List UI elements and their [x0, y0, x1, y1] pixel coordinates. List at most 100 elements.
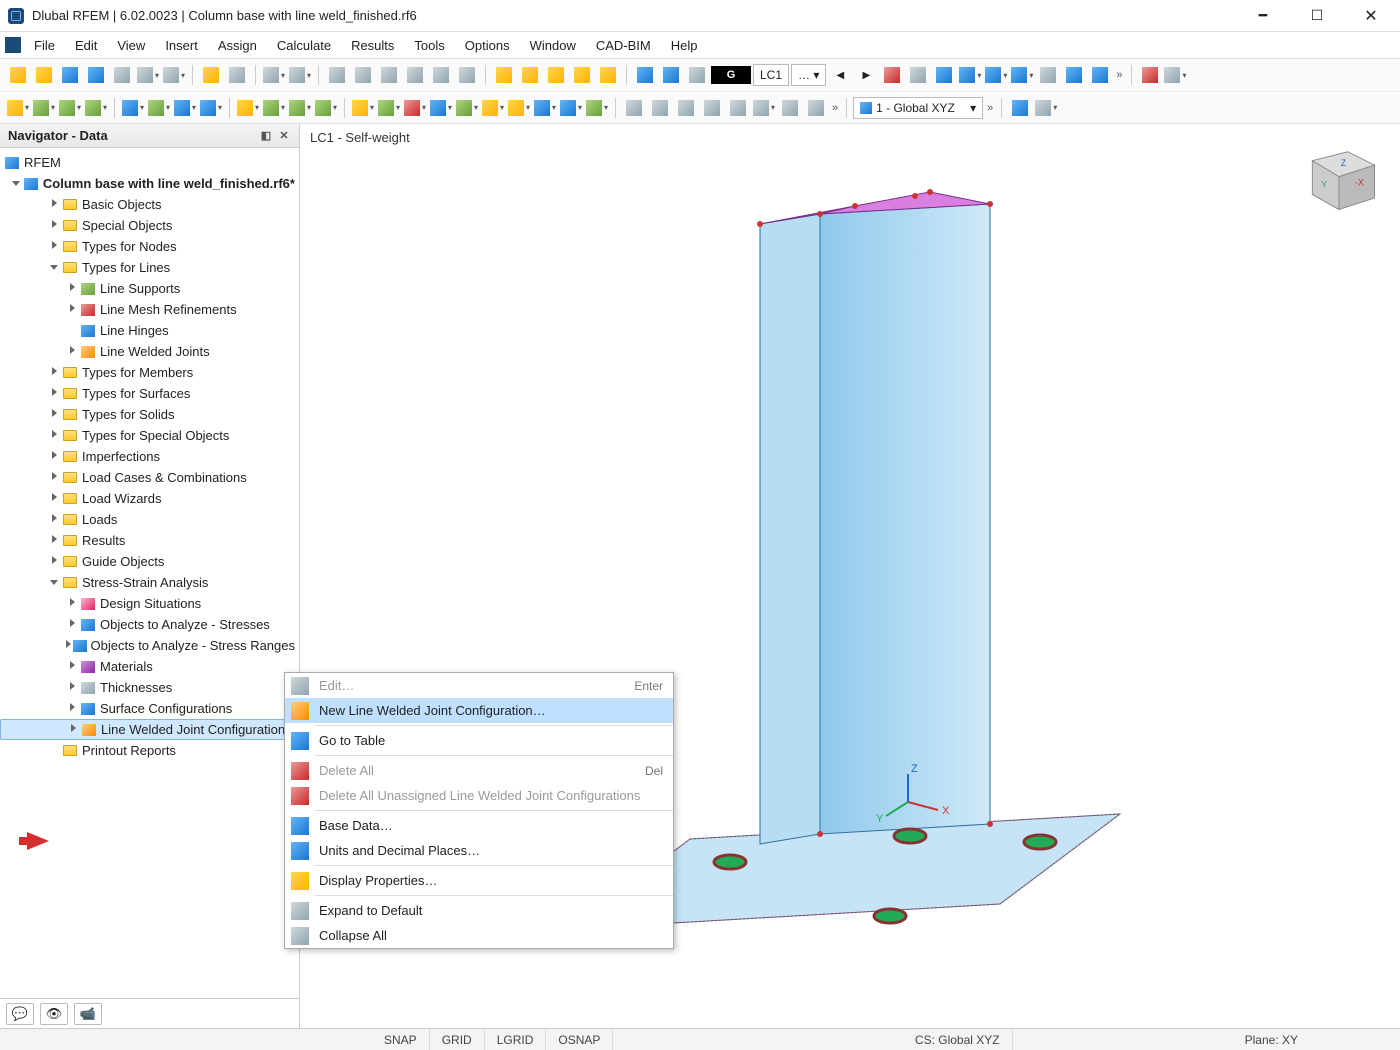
- tree-item-types-for-lines[interactable]: Types for Lines: [0, 257, 299, 278]
- tree-item-printout-reports[interactable]: Printout Reports: [0, 740, 299, 761]
- tb2-e-1[interactable]: [648, 96, 672, 120]
- tb1-view-0[interactable]: [325, 63, 349, 87]
- status-osnap[interactable]: OSNAP: [546, 1029, 613, 1050]
- ctx-units-and-decimal-places-[interactable]: Units and Decimal Places…: [285, 838, 673, 863]
- tb1-view-4[interactable]: [429, 63, 453, 87]
- tb2-c-3[interactable]: [314, 96, 338, 120]
- tb1-btn-0[interactable]: [6, 63, 30, 87]
- tb1-btn-6[interactable]: [162, 63, 186, 87]
- tb1-btn-3[interactable]: [84, 63, 108, 87]
- footer-eye-icon[interactable]: 👁: [40, 1003, 68, 1025]
- tb2-a-1[interactable]: [32, 96, 56, 120]
- expand-toggle[interactable]: [64, 640, 73, 651]
- tb1-print-1[interactable]: [225, 63, 249, 87]
- tb1-end-1[interactable]: [1164, 63, 1188, 87]
- menu-assign[interactable]: Assign: [208, 32, 267, 58]
- expand-toggle[interactable]: [64, 346, 80, 357]
- loadcase-more-combo[interactable]: … ▾: [791, 64, 826, 86]
- menu-calculate[interactable]: Calculate: [267, 32, 341, 58]
- tree-item-types-for-members[interactable]: Types for Members: [0, 362, 299, 383]
- ctx-go-to-table[interactable]: Go to Table: [285, 728, 673, 753]
- tb2-e-7[interactable]: [804, 96, 828, 120]
- tb1-view-1[interactable]: [351, 63, 375, 87]
- tb1-view-2[interactable]: [377, 63, 401, 87]
- menu-file[interactable]: File: [24, 32, 65, 58]
- tree-item-line-supports[interactable]: Line Supports: [0, 278, 299, 299]
- tb1-res-3[interactable]: [958, 63, 982, 87]
- tb2-d-2[interactable]: [403, 96, 427, 120]
- tb1-res-6[interactable]: [1036, 63, 1060, 87]
- redo-button[interactable]: [288, 63, 312, 87]
- loadset-indicator[interactable]: G: [711, 66, 751, 84]
- tb1-res-4[interactable]: [984, 63, 1008, 87]
- tree-item-surface-configurations[interactable]: Surface Configurations: [0, 698, 299, 719]
- tree-item-objects-to-analyze-stress-ranges[interactable]: Objects to Analyze - Stress Ranges: [0, 635, 299, 656]
- expand-toggle[interactable]: [64, 619, 80, 630]
- loadcase-combo[interactable]: LC1: [753, 64, 789, 86]
- tb1-btn-5[interactable]: [136, 63, 160, 87]
- tb1-res-2[interactable]: [932, 63, 956, 87]
- expand-toggle[interactable]: [46, 556, 62, 567]
- expand-toggle[interactable]: [65, 724, 81, 735]
- tb1-x-2[interactable]: [685, 63, 709, 87]
- tb2-b-0[interactable]: [121, 96, 145, 120]
- tb1-res-7[interactable]: [1062, 63, 1086, 87]
- tree-model[interactable]: Column base with line weld_finished.rf6*: [0, 173, 299, 194]
- menu-tools[interactable]: Tools: [404, 32, 454, 58]
- menu-help[interactable]: Help: [661, 32, 708, 58]
- tree-item-design-situations[interactable]: Design Situations: [0, 593, 299, 614]
- tb2-d-5[interactable]: [481, 96, 505, 120]
- tb1-sel-4[interactable]: [596, 63, 620, 87]
- expand-toggle[interactable]: [64, 283, 80, 294]
- tb2-e-5[interactable]: [752, 96, 776, 120]
- menu-window[interactable]: Window: [520, 32, 586, 58]
- tb1-res-0[interactable]: [880, 63, 904, 87]
- tree-root[interactable]: RFEM: [0, 152, 299, 173]
- expand-toggle[interactable]: [46, 493, 62, 504]
- tb2-d-3[interactable]: [429, 96, 453, 120]
- ctx-expand-to-default[interactable]: Expand to Default: [285, 898, 673, 923]
- ctx-base-data-[interactable]: Base Data…: [285, 813, 673, 838]
- menu-cad-bim[interactable]: CAD-BIM: [586, 32, 661, 58]
- tb2-d-1[interactable]: [377, 96, 401, 120]
- status-snap[interactable]: SNAP: [372, 1029, 430, 1050]
- tb2-c-1[interactable]: [262, 96, 286, 120]
- tb2-f-1[interactable]: [1034, 96, 1058, 120]
- status-lgrid[interactable]: LGRID: [485, 1029, 547, 1050]
- tb1-res-8[interactable]: [1088, 63, 1112, 87]
- navigator-tree[interactable]: RFEM Column base with line weld_finished…: [0, 148, 299, 998]
- tb2-d-8[interactable]: [559, 96, 583, 120]
- tb1-x-0[interactable]: [633, 63, 657, 87]
- tb1-res-5[interactable]: [1010, 63, 1034, 87]
- ctx-display-properties-[interactable]: Display Properties…: [285, 868, 673, 893]
- menu-view[interactable]: View: [107, 32, 155, 58]
- tb1-sel-3[interactable]: [570, 63, 594, 87]
- tb2-d-4[interactable]: [455, 96, 479, 120]
- menu-edit[interactable]: Edit: [65, 32, 107, 58]
- expand-toggle[interactable]: [64, 661, 80, 672]
- tb1-print-0[interactable]: [199, 63, 223, 87]
- tb1-sel-2[interactable]: [544, 63, 568, 87]
- expand-toggle[interactable]: [46, 367, 62, 378]
- ctx-new-line-welded-joint-configuration-[interactable]: New Line Welded Joint Configuration…: [285, 698, 673, 723]
- tb2-e-2[interactable]: [674, 96, 698, 120]
- tb1-view-5[interactable]: [455, 63, 479, 87]
- toolbar-overflow-icon[interactable]: »: [1114, 69, 1124, 81]
- tree-item-guide-objects[interactable]: Guide Objects: [0, 551, 299, 572]
- tree-item-stress-strain-analysis[interactable]: Stress-Strain Analysis: [0, 572, 299, 593]
- tb2-e-4[interactable]: [726, 96, 750, 120]
- tb1-res-1[interactable]: [906, 63, 930, 87]
- tree-item-line-welded-joints[interactable]: Line Welded Joints: [0, 341, 299, 362]
- tree-item-materials[interactable]: Materials: [0, 656, 299, 677]
- next-lc-button[interactable]: ▶: [854, 63, 878, 87]
- expand-toggle[interactable]: [46, 220, 62, 231]
- tb1-end-0[interactable]: [1138, 63, 1162, 87]
- expand-toggle[interactable]: [46, 199, 62, 210]
- tb1-sel-1[interactable]: [518, 63, 542, 87]
- navigator-close-icon[interactable]: ✕: [277, 129, 291, 143]
- expand-toggle[interactable]: [46, 514, 62, 525]
- tree-item-types-for-special-objects[interactable]: Types for Special Objects: [0, 425, 299, 446]
- tb2-c-0[interactable]: [236, 96, 260, 120]
- footer-camera-icon[interactable]: 📹: [74, 1003, 102, 1025]
- expand-toggle[interactable]: [64, 703, 80, 714]
